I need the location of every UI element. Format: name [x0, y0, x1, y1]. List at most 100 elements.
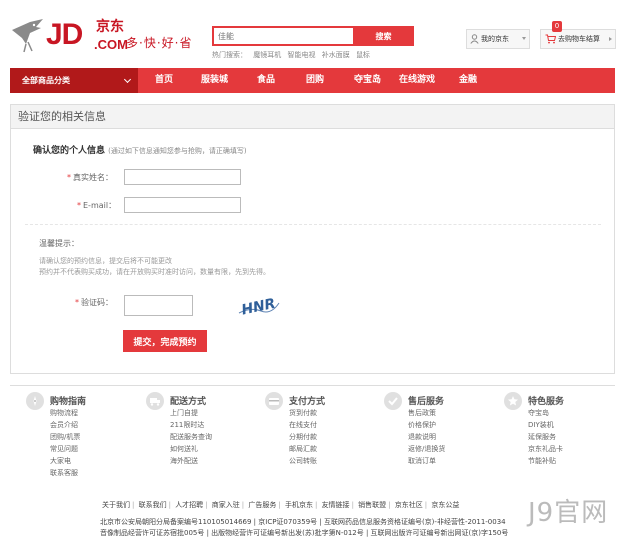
- all-categories-menu[interactable]: 全部商品分类: [10, 68, 138, 93]
- email-label: * E-mail：: [77, 201, 117, 210]
- help-link[interactable]: 常见问题: [50, 444, 78, 454]
- nav-item-treasure-island[interactable]: 夺宝岛: [354, 68, 381, 93]
- help-column-title: 购物指南: [50, 397, 87, 407]
- help-link[interactable]: 返修/退换货: [408, 444, 445, 454]
- my-jd-button[interactable]: 我的京东: [466, 29, 530, 49]
- hot-searches: 热门搜索： 魔镜耳机 智能电视 补水面膜 鼠标: [212, 50, 374, 60]
- help-link[interactable]: 购物流程: [50, 408, 78, 418]
- help-link[interactable]: 退款说明: [408, 432, 436, 442]
- nav-item-food[interactable]: 食品: [257, 68, 275, 93]
- guide-icon: [33, 396, 37, 406]
- help-link[interactable]: 如何送礼: [170, 444, 198, 454]
- help-link[interactable]: 公司转账: [289, 456, 317, 466]
- logo-slogan: 多·快·好·省: [126, 36, 193, 50]
- footer-links: 关于我们 | 联系我们 | 人才招聘 | 商家入驻 | 广告服务 | 手机京东 | 友情链接…: [100, 501, 461, 509]
- help-link[interactable]: 取消订单: [408, 456, 436, 466]
- help-link[interactable]: 延保服务: [528, 432, 556, 442]
- search-button[interactable]: 搜索: [353, 26, 414, 46]
- help-link[interactable]: 海外配送: [170, 456, 198, 466]
- footer-link[interactable]: 联系我们: [137, 501, 169, 509]
- hot-item[interactable]: 魔镜耳机: [253, 51, 281, 59]
- nav-item-home[interactable]: 首页: [155, 68, 173, 93]
- panel-title: 验证您的相关信息: [11, 105, 614, 129]
- captcha-image[interactable]: HNR: [237, 291, 281, 319]
- chevron-down-icon: [522, 37, 526, 40]
- nav-item-group-buy[interactable]: 团购: [306, 68, 324, 93]
- chevron-right-icon: [609, 37, 612, 41]
- help-link[interactable]: 节能补贴: [528, 456, 556, 466]
- footer-link[interactable]: 京东公益: [429, 501, 461, 509]
- captcha-text: HNR: [240, 296, 277, 319]
- email-input[interactable]: [124, 197, 241, 213]
- real-name-label: * 真实姓名：: [67, 173, 113, 182]
- footer-link[interactable]: 手机京东: [283, 501, 315, 509]
- hot-item[interactable]: 补水面膜: [322, 51, 350, 59]
- help-link[interactable]: 上门自提: [170, 408, 198, 418]
- submit-button[interactable]: 提交，完成预约: [123, 330, 207, 352]
- dog-mascot-icon: [12, 19, 43, 53]
- help-link[interactable]: 分期付款: [289, 432, 317, 442]
- help-column-title: 支付方式: [289, 397, 326, 407]
- footer-link[interactable]: 商家入驻: [210, 501, 242, 509]
- hot-item[interactable]: 鼠标: [356, 51, 370, 59]
- real-name-input[interactable]: [124, 169, 241, 185]
- help-link[interactable]: 大家电: [50, 456, 71, 466]
- help-link[interactable]: 配送服务查询: [170, 432, 212, 442]
- hot-item[interactable]: 智能电视: [287, 51, 315, 59]
- license-line: 音像制品经营许可证苏宿批005号 | 出版物经营许可证编号新出发(苏)批字第N-…: [100, 529, 509, 537]
- help-column-title: 特色服务: [528, 397, 565, 407]
- footer-link[interactable]: 人才招聘: [173, 501, 205, 509]
- captcha-label: * 验证码：: [75, 298, 113, 307]
- delivery-icon: [150, 398, 160, 406]
- logo-brand: JD: [46, 18, 83, 51]
- tips-title: 温馨提示：: [39, 239, 79, 248]
- personal-info-title: 确认您的个人信息 (通过如下信息通知您参与抢购，请正确填写): [33, 143, 247, 156]
- footer-link[interactable]: 广告服务: [246, 501, 278, 509]
- help-link[interactable]: 在线支付: [289, 420, 317, 430]
- logo-cn: 京东: [96, 19, 124, 35]
- nav-item-finance[interactable]: 金融: [459, 68, 477, 93]
- help-link[interactable]: 联系客服: [50, 468, 78, 478]
- divider: [25, 224, 601, 225]
- cart-icon: [545, 34, 556, 44]
- my-jd-label: 我的京东: [481, 35, 509, 43]
- payment-icon: [269, 398, 279, 405]
- cart-count-badge: 0: [552, 21, 562, 32]
- captcha-input[interactable]: [124, 295, 193, 316]
- logo-com: .COM: [94, 37, 128, 52]
- help-link[interactable]: 邮局汇款: [289, 444, 317, 454]
- help-section: 购物指南 购物流程 会员介绍 团购/机票 常见问题 大家电 联系客服 配送方式 …: [10, 385, 615, 485]
- cart-button[interactable]: 0 去购物车结算: [540, 21, 616, 49]
- help-column-title: 配送方式: [170, 397, 207, 407]
- footer-link[interactable]: 友情链接: [320, 501, 352, 509]
- all-categories-label: 全部商品分类: [22, 76, 70, 85]
- personal-info-note: (通过如下信息通知您参与抢购，请正确填写): [108, 147, 247, 155]
- help-link[interactable]: 售后政策: [408, 408, 436, 418]
- help-column-title: 售后服务: [408, 397, 445, 407]
- footer-link[interactable]: 关于我们: [100, 501, 132, 509]
- watermark: J9官网: [528, 498, 609, 528]
- help-link[interactable]: 价格保护: [408, 420, 436, 430]
- search-bar: 搜索: [212, 26, 414, 46]
- footer-link[interactable]: 销售联盟: [356, 501, 388, 509]
- verify-panel: 验证您的相关信息 确认您的个人信息 (通过如下信息通知您参与抢购，请正确填写) …: [10, 104, 615, 374]
- help-link[interactable]: 京东礼品卡: [528, 444, 563, 454]
- help-link[interactable]: DIY装机: [528, 420, 554, 430]
- cart-label: 去购物车结算: [558, 35, 600, 43]
- help-link[interactable]: 团购/机票: [50, 432, 80, 442]
- help-link[interactable]: 夺宝岛: [528, 408, 549, 418]
- jd-logo[interactable]: JD 京东 .COM 多·快·好·省: [10, 14, 200, 60]
- user-icon: [470, 34, 479, 44]
- special-icon: [508, 396, 518, 406]
- aftersale-icon: [388, 397, 398, 406]
- help-link[interactable]: 会员介绍: [50, 420, 78, 430]
- search-input[interactable]: [212, 26, 353, 46]
- footer-link[interactable]: 京东社区: [393, 501, 425, 509]
- nav-item-clothing[interactable]: 服装城: [201, 68, 228, 93]
- hot-label: 热门搜索：: [212, 51, 247, 59]
- help-link[interactable]: 货到付款: [289, 408, 317, 418]
- help-link[interactable]: 211限时达: [170, 420, 204, 430]
- main-nav: 全部商品分类 首页 服装城 食品 团购 夺宝岛 在线游戏 金融: [10, 68, 615, 93]
- nav-item-online-games[interactable]: 在线游戏: [399, 68, 435, 93]
- license-line: 北京市公安局朝阳分局备案编号110105014669 | 京ICP证070359…: [100, 518, 506, 526]
